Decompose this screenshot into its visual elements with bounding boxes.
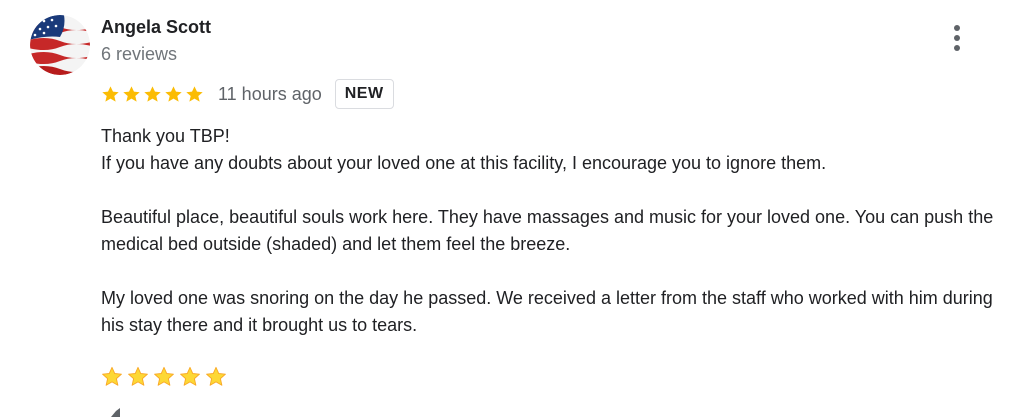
more-options-button[interactable]: [943, 20, 971, 56]
author-avatar[interactable]: [30, 15, 90, 75]
review-text: Thank you TBP! If you have any doubts ab…: [101, 123, 1001, 339]
american-flag-avatar-icon: [30, 15, 90, 75]
review-paragraph: My loved one was snoring on the day he p…: [101, 288, 993, 335]
emoji-stars: [101, 366, 231, 388]
star-icon: [186, 85, 203, 102]
star-icon: [144, 85, 161, 102]
star-icon: [102, 85, 119, 102]
star-emoji-icon: [154, 366, 174, 386]
review-line: Thank you TBP!: [101, 126, 230, 146]
star-emoji-icon: [128, 366, 148, 386]
more-vert-icon: [954, 25, 960, 51]
author-review-count: 6 reviews: [101, 44, 178, 64]
star-icon: [165, 85, 182, 102]
star-rating: [101, 85, 206, 104]
thumbs-up-icon[interactable]: [106, 404, 126, 417]
star-emoji-icon: [180, 366, 200, 386]
author-name[interactable]: Angela Scott: [101, 15, 211, 39]
star-emoji-icon: [102, 366, 122, 386]
review-paragraph: Beautiful place, beautiful souls work he…: [101, 207, 994, 254]
rating-row: 11 hours ago NEW: [101, 79, 394, 109]
review-line: If you have any doubts about your loved …: [101, 153, 827, 173]
star-icon: [123, 85, 140, 102]
review-card: Angela Scott 6 reviews 11 hours ago NEW …: [0, 0, 1016, 417]
star-emoji-icon: [206, 366, 226, 386]
new-badge: NEW: [334, 79, 394, 109]
review-time: 11 hours ago: [218, 83, 322, 104]
